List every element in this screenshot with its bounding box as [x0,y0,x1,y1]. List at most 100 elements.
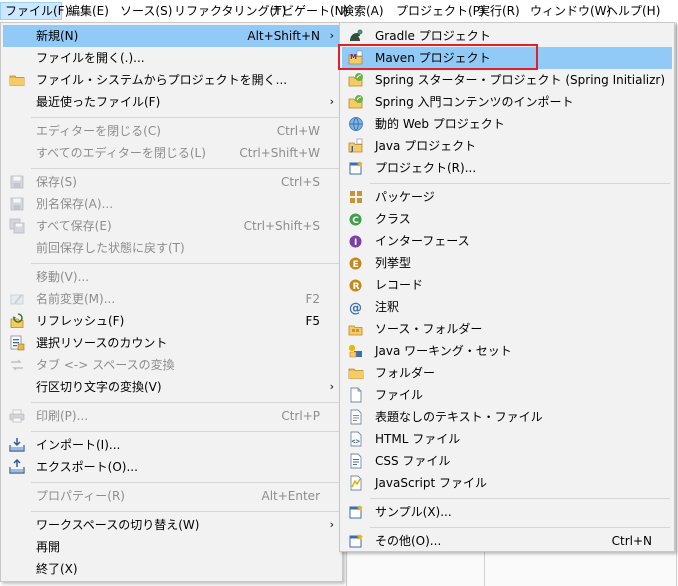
menu-item-label: 列挙型 [375,256,412,270]
menu-item-move[interactable]: 移動(V)... [3,266,340,288]
menu-item-label: 移動(V)... [36,270,90,284]
count-resources-icon [10,335,25,351]
menu-item-rename[interactable]: 名前変更(M)... F2 [3,288,340,310]
menu-item-label: 印刷(P)... [36,409,89,423]
menu-item-enum[interactable]: E 列挙型 [342,252,672,274]
other-wizard-icon [349,534,363,548]
enum-icon: E [349,257,362,270]
menu-item-html-file[interactable]: <> HTML ファイル [342,428,672,450]
menu-item-source-folder[interactable]: ソース・フォルダー [342,318,672,340]
menu-item-count-resources[interactable]: 選択リソースのカウント [3,332,340,354]
export-icon [9,459,25,474]
menu-item-print[interactable]: 印刷(P)... Ctrl+P [3,405,340,427]
menu-search[interactable]: 検索(A) [338,2,388,20]
menu-item-dynamic-web-project[interactable]: 動的 Web プロジェクト [342,113,672,135]
menu-item-shortcut: Ctrl+P [281,409,320,423]
menu-item-label: 行区切り文字の変換(V) [36,380,162,394]
menu-item-export[interactable]: エクスポート(O)... [3,456,340,478]
menu-item-save[interactable]: 保存(S) Ctrl+S [3,171,340,193]
menu-help[interactable]: ヘルプ(H) [602,2,664,20]
menu-source[interactable]: ソース(S) [116,2,176,20]
menu-item-class[interactable]: C クラス [342,208,672,230]
menu-separator [31,263,339,264]
menu-item-untitled-text[interactable]: 表題なしのテキスト・ファイル [342,406,672,428]
menu-item-open-projects[interactable]: ファイル・システムからプロジェクトを開く... [3,69,340,91]
menu-item-shortcut: F5 [305,314,320,328]
menu-item-label: プロジェクト(R)... [375,161,477,175]
menu-item-label: リフレッシュ(F) [36,314,125,328]
menu-item-close-editor[interactable]: エディターを閉じる(C) Ctrl+W [3,120,340,142]
menu-item-label: ソース・フォルダー [375,322,483,336]
svg-text:J: J [350,145,354,153]
record-icon: R [349,279,362,292]
menu-item-refresh[interactable]: リフレッシュ(F) F5 [3,310,340,332]
svg-text:<>: <> [352,438,360,446]
menu-item-label: JavaScript ファイル [375,476,487,490]
css-file-icon [350,453,362,469]
menu-item-save-as[interactable]: 別名保存(A)... [3,193,340,215]
menu-item-new[interactable]: 新規(N) Alt+Shift+N › [3,25,340,47]
menu-item-shortcut: Ctrl+N [611,534,652,548]
menu-item-project[interactable]: プロジェクト(R)... [342,157,672,179]
menu-item-label: インポート(I)... [36,438,121,452]
menu-item-close-all-editors[interactable]: すべてのエディターを閉じる(L) Ctrl+Shift+W [3,142,340,164]
menu-item-exit[interactable]: 終了(X) [3,558,340,580]
menu-item-label: Java プロジェクト [375,139,477,153]
svg-text:E: E [353,260,359,270]
menu-item-working-set[interactable]: Java ワーキング・セット [342,340,672,362]
menu-item-label: ファイルを開く(.)... [36,51,145,65]
menu-item-revert[interactable]: 前回保存した状態に戻す(T) [3,237,340,259]
menu-item-other[interactable]: その他(O)... Ctrl+N [342,530,672,552]
package-icon [350,191,362,203]
menu-item-label: インターフェース [375,234,470,248]
menu-item-javascript-file[interactable]: JavaScript ファイル [342,472,672,494]
menu-item-annotation[interactable]: @ 注釈 [342,296,672,318]
menu-item-folder[interactable]: フォルダー [342,362,672,384]
menu-item-package[interactable]: パッケージ [342,186,672,208]
menu-item-switch-workspace[interactable]: ワークスペースの切り替え(W) › [3,514,340,536]
menu-item-shortcut: Alt+Shift+N [247,29,320,43]
menu-item-css-file[interactable]: CSS ファイル [342,450,672,472]
gradle-icon [350,29,363,41]
menu-item-label: ファイル・システムからプロジェクトを開く... [36,73,288,87]
menu-item-spring-import[interactable]: Spring 入門コンテンツのインポート [342,91,672,113]
menu-separator [31,431,339,432]
spring-starter-icon [348,73,363,87]
menu-item-properties[interactable]: プロパティー(R) Alt+Enter [3,485,340,507]
menu-file[interactable]: ファイル(F) [0,2,69,20]
menu-item-interface[interactable]: I インターフェース [342,230,672,252]
menu-item-label: 別名保存(A)... [36,197,114,211]
web-project-icon [349,117,363,131]
menu-item-shortcut: Ctrl+Shift+S [243,219,320,233]
menu-item-label: 表題なしのテキスト・ファイル [375,410,543,424]
menu-item-label: ファイル [375,388,424,402]
menu-item-open-file[interactable]: ファイルを開く(.)... [3,47,340,69]
menu-item-recent-files[interactable]: 最近使ったファイル(F) › [3,91,340,113]
menu-item-save-all[interactable]: すべて保存(E) Ctrl+Shift+S [3,215,340,237]
folder-icon [348,368,364,379]
menu-item-java-project[interactable]: J Java プロジェクト [342,135,672,157]
menu-item-spring-starter[interactable]: Spring スターター・プロジェクト (Spring Initializr) [342,69,672,91]
menu-item-label: Spring スターター・プロジェクト (Spring Initializr) [375,73,666,87]
menu-item-file[interactable]: ファイル [342,384,672,406]
menu-item-shortcut: Alt+Enter [261,489,320,503]
menu-item-example[interactable]: サンプル(X)... [342,501,672,523]
menu-item-label: Java ワーキング・セット [375,344,512,358]
menu-item-shortcut: Ctrl+S [280,175,320,189]
menu-item-label: すべて保存(E) [36,219,112,233]
menu-item-convert-tabs[interactable]: タブ <-> スペースの変換 [3,354,340,376]
menu-item-line-delimiters[interactable]: 行区切り文字の変換(V) › [3,376,340,398]
menu-item-label: 終了(X) [36,562,78,576]
menu-item-import[interactable]: インポート(I)... [3,434,340,456]
menu-item-label: サンプル(X)... [375,505,452,519]
menu-item-label: タブ <-> スペースの変換 [36,358,175,372]
menu-item-label: 最近使ったファイル(F) [36,95,161,109]
menu-edit[interactable]: 編集(E) [64,2,113,20]
menu-item-label: プロパティー(R) [36,489,125,503]
menu-item-record[interactable]: R レコード [342,274,672,296]
menu-item-restart[interactable]: 再開 [3,536,340,558]
text-file-icon [350,409,362,425]
new-submenu: Gradle プロジェクト M Maven プロジェクト Spring スタータ… [339,22,675,552]
menu-run[interactable]: 実行(R) [474,2,524,20]
project-icon [349,161,363,175]
